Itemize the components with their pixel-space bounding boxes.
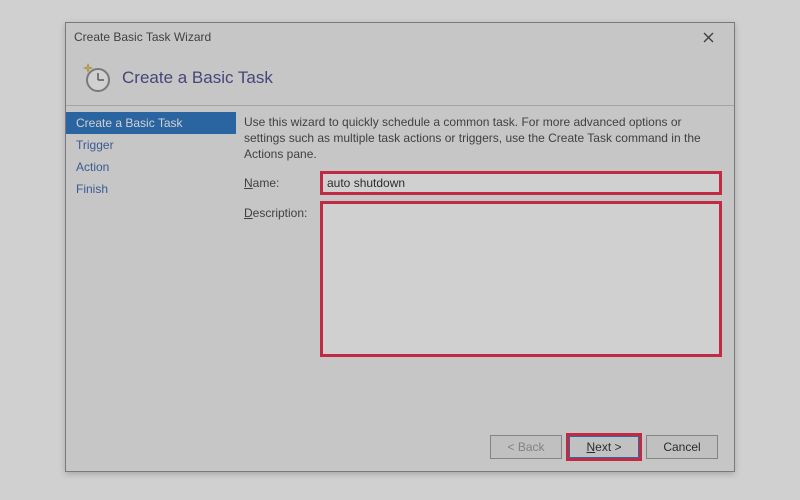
title-bar: Create Basic Task Wizard — [66, 23, 734, 51]
name-row: Name: — [244, 173, 720, 193]
wizard-header: Create a Basic Task — [66, 51, 734, 105]
description-textarea[interactable] — [322, 203, 720, 355]
back-button: < Back — [490, 435, 562, 459]
window-title: Create Basic Task Wizard — [74, 30, 688, 44]
name-label: Name: — [244, 173, 322, 190]
page-title: Create a Basic Task — [122, 68, 273, 88]
cancel-button[interactable]: Cancel — [646, 435, 718, 459]
description-label: Description: — [244, 203, 322, 220]
step-finish[interactable]: Finish — [66, 178, 236, 200]
clock-new-icon — [80, 62, 112, 94]
step-trigger[interactable]: Trigger — [66, 134, 236, 156]
intro-text: Use this wizard to quickly schedule a co… — [244, 114, 720, 163]
next-button[interactable]: Next > — [568, 435, 640, 459]
wizard-steps: Create a Basic Task Trigger Action Finis… — [66, 106, 236, 423]
step-action[interactable]: Action — [66, 156, 236, 178]
wizard-window: Create Basic Task Wizard Create a Basic … — [65, 22, 735, 472]
close-button[interactable] — [688, 25, 728, 49]
wizard-footer: < Back Next > Cancel — [66, 423, 734, 471]
wizard-body: Create a Basic Task Trigger Action Finis… — [66, 106, 734, 423]
step-create-basic-task[interactable]: Create a Basic Task — [66, 112, 236, 134]
name-input[interactable] — [322, 173, 720, 193]
wizard-content: Use this wizard to quickly schedule a co… — [236, 106, 734, 423]
description-row: Description: — [244, 203, 720, 355]
close-icon — [703, 32, 714, 43]
